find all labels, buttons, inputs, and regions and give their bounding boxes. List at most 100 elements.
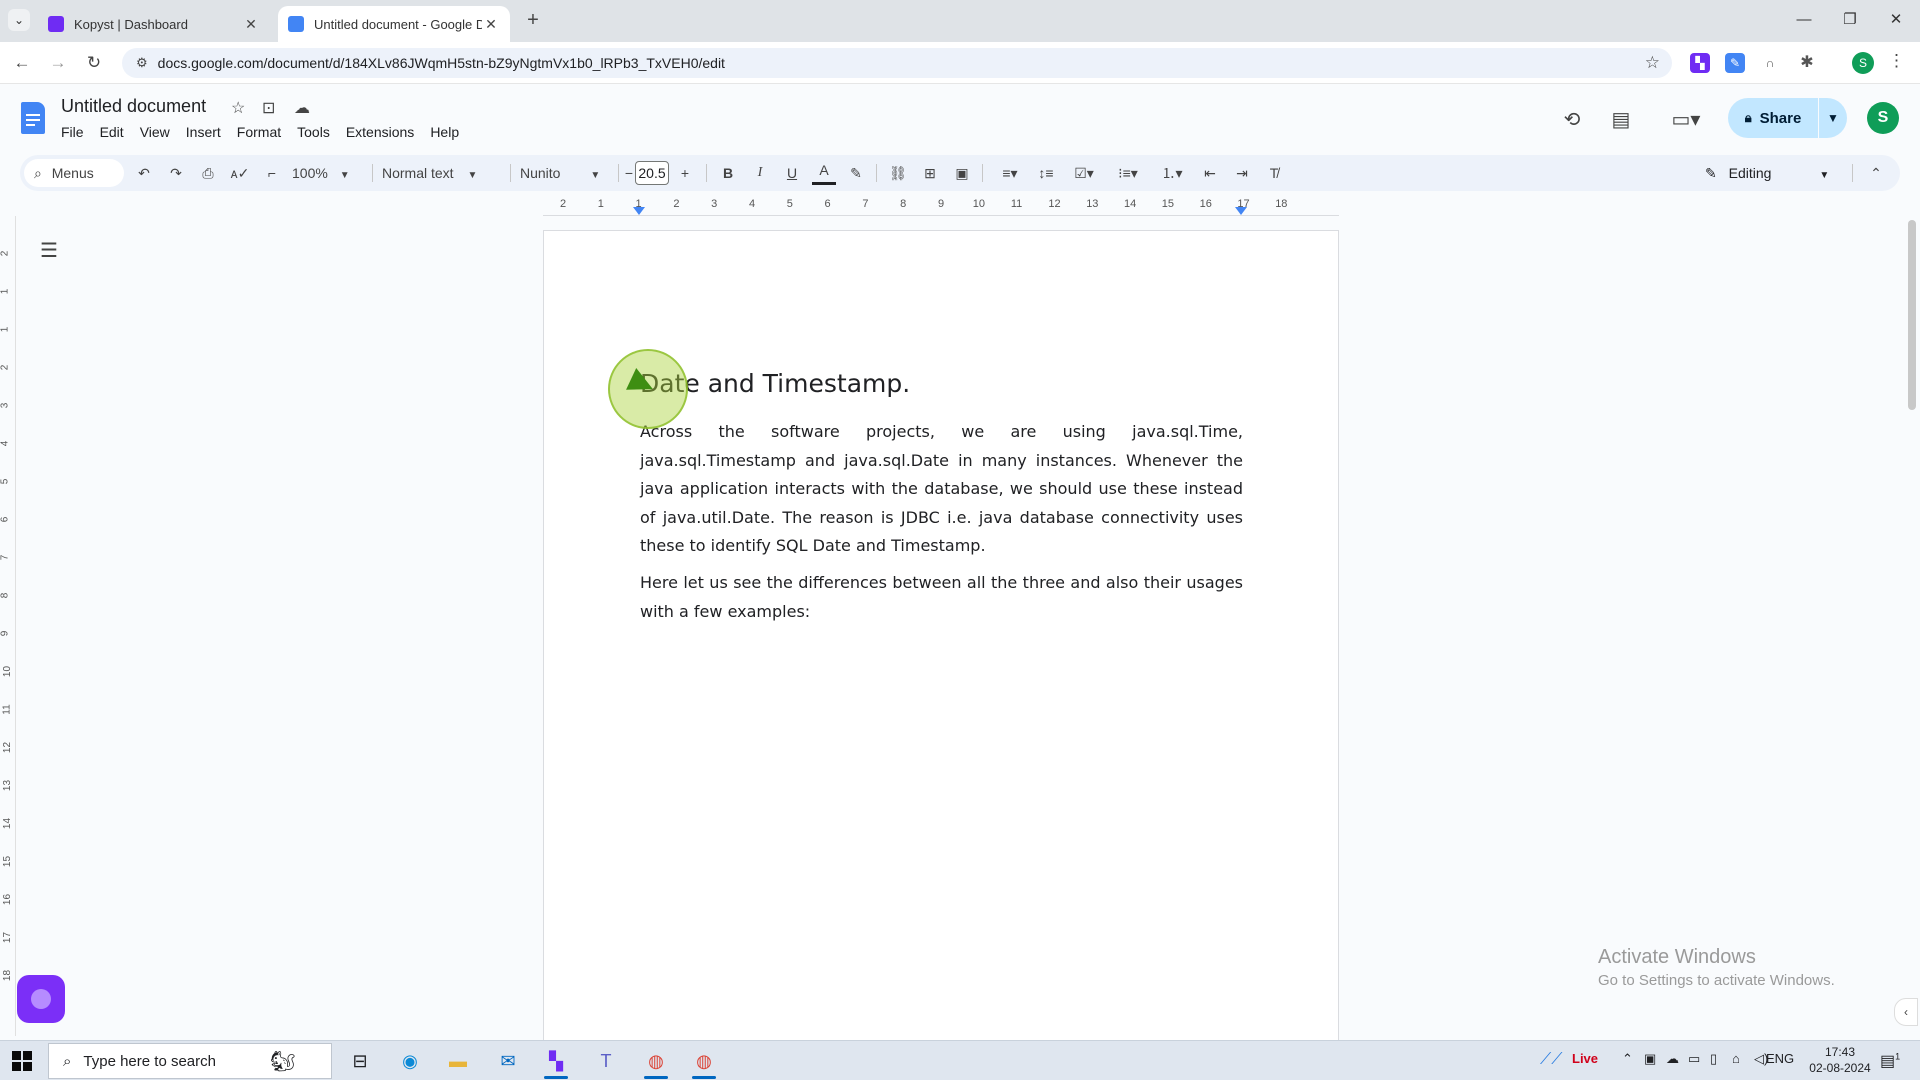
kopyst-recorder-widget[interactable]	[17, 975, 65, 1023]
minimize-window-button[interactable]: —	[1784, 8, 1824, 32]
file-explorer-icon[interactable]: ▬	[440, 1045, 476, 1077]
vertical-ruler[interactable]: 2 1 1 2 3 4 5 6 7 8 9 10 11 12 13 14 15 16 17 18	[0, 216, 16, 1036]
document-paragraph[interactable]: Across the software projects, we are usi…	[640, 418, 1243, 561]
live-news-label[interactable]: Live	[1572, 1051, 1598, 1066]
version-history-icon[interactable]: ⟲	[1558, 106, 1586, 134]
cloud-status-icon[interactable]: ☁	[294, 98, 310, 118]
browser-menu-icon[interactable]: ⋮	[1888, 51, 1905, 71]
docs-extension-icon[interactable]: ✎	[1725, 53, 1745, 73]
document-outline-icon[interactable]: ☰	[40, 238, 58, 263]
font-family-dropdown[interactable]: Nunito ▼	[520, 155, 612, 191]
menu-insert[interactable]: Insert	[186, 124, 229, 140]
onedrive-icon[interactable]: ☁	[1666, 1051, 1679, 1067]
redo-icon[interactable]: ↷	[164, 155, 188, 191]
menu-format[interactable]: Format	[237, 124, 289, 140]
mail-icon[interactable]: ✉	[490, 1045, 526, 1077]
chrome-icon[interactable]: ◍	[638, 1045, 674, 1079]
hide-menus-chevron-up-icon[interactable]: ⌃	[1864, 155, 1888, 191]
document-scrollbar[interactable]	[1908, 220, 1916, 410]
add-comment-icon[interactable]: ⊞	[918, 155, 942, 191]
side-panel-toggle-icon[interactable]: ‹	[1894, 998, 1918, 1026]
editing-mode-dropdown[interactable]: ✎ Editing ▼	[1705, 155, 1829, 191]
extensions-puzzle-icon[interactable]: ✱	[1797, 53, 1817, 73]
menu-file[interactable]: File	[61, 124, 92, 140]
windows-start-icon[interactable]	[12, 1051, 32, 1071]
menu-extensions[interactable]: Extensions	[346, 124, 422, 140]
loom-extension-icon[interactable]: ∩	[1760, 53, 1780, 73]
tab-search-button[interactable]: ⌄	[8, 9, 30, 31]
bulleted-list-icon[interactable]: ⁝≡▾	[1110, 155, 1146, 191]
document-title[interactable]: Untitled document	[61, 96, 206, 117]
checklist-icon[interactable]: ☑▾	[1066, 155, 1102, 191]
weather-icon[interactable]: ⟋⟋	[1540, 1051, 1562, 1069]
tab-kopyst-dashboard[interactable]: Kopyst | Dashboard ✕	[38, 6, 270, 42]
menus-label: Menus	[51, 165, 94, 181]
align-justify-icon[interactable]: ≡▾	[992, 155, 1028, 191]
close-window-button[interactable]: ✕	[1876, 8, 1916, 32]
chrome-profile-icon[interactable]: ◍	[686, 1045, 722, 1079]
reload-icon[interactable]: ↻	[82, 51, 106, 75]
menu-tools[interactable]: Tools	[297, 124, 338, 140]
share-button[interactable]: 🔒︎ Share	[1728, 98, 1818, 138]
line-spacing-icon[interactable]: ↕≡	[1034, 155, 1058, 191]
comments-icon[interactable]: ▤	[1607, 106, 1635, 134]
battery-icon[interactable]: ▯	[1710, 1051, 1717, 1067]
menu-help[interactable]: Help	[430, 124, 467, 140]
underline-icon[interactable]: U	[780, 155, 804, 191]
menu-view[interactable]: View	[140, 124, 178, 140]
teams-icon[interactable]: T	[588, 1045, 624, 1077]
back-arrow-icon[interactable]: ←	[10, 51, 34, 75]
italic-icon[interactable]: I	[748, 155, 772, 191]
google-docs-logo-icon[interactable]	[21, 102, 45, 134]
numbered-list-icon[interactable]: ⒈▾	[1154, 155, 1190, 191]
close-tab-icon[interactable]: ✕	[482, 16, 500, 33]
decrease-indent-icon[interactable]: ⇤	[1198, 155, 1222, 191]
edge-browser-icon[interactable]: ◉	[392, 1045, 428, 1077]
browser-profile-avatar[interactable]: S	[1852, 52, 1874, 74]
meet-camera-icon[interactable]: ▭▾	[1664, 106, 1708, 134]
search-menus-button[interactable]: ⌕ Menus	[24, 159, 124, 187]
print-icon[interactable]: ⎙	[196, 155, 220, 191]
font-size-input[interactable]: 20.5	[635, 161, 669, 185]
vertical-ruler-tick-label: 3	[0, 402, 11, 409]
teams-tray-icon[interactable]: ▣	[1644, 1051, 1656, 1067]
spelling-check-icon[interactable]: ᴀ✓	[228, 155, 252, 191]
share-options-dropdown[interactable]: ▼	[1819, 98, 1847, 138]
task-view-icon[interactable]: ⊟	[342, 1045, 378, 1077]
clear-formatting-icon[interactable]: T̸	[1262, 155, 1286, 191]
close-tab-icon[interactable]: ✕	[242, 16, 260, 33]
increase-indent-icon[interactable]: ⇥	[1230, 155, 1254, 191]
display-icon[interactable]: ▭	[1688, 1051, 1700, 1067]
forward-arrow-icon[interactable]: →	[46, 51, 70, 75]
bold-icon[interactable]: B	[716, 155, 740, 191]
new-tab-button[interactable]: +	[520, 8, 546, 34]
restore-window-button[interactable]: ❐	[1830, 8, 1870, 32]
taskbar-clock[interactable]: 17:43 02-08-2024	[1802, 1044, 1878, 1076]
account-avatar[interactable]: S	[1867, 102, 1899, 134]
kopyst-extension-icon[interactable]: ▚	[1690, 53, 1710, 73]
network-icon[interactable]: ⌂	[1732, 1051, 1740, 1066]
address-bar[interactable]: ⚙ docs.google.com/document/d/184XLv86JWq…	[122, 48, 1672, 78]
bookmark-star-icon[interactable]: ☆	[1645, 53, 1660, 73]
kopyst-app-icon[interactable]: ▚	[538, 1045, 574, 1079]
paint-format-icon[interactable]: ⌐	[260, 155, 284, 191]
increase-font-size-icon[interactable]: +	[674, 155, 696, 191]
menu-edit[interactable]: Edit	[100, 124, 132, 140]
tab-untitled-document[interactable]: Untitled document - Google Do ✕	[278, 6, 510, 42]
horizontal-ruler[interactable]: 2 1 1 2 3 4 5 6 7 8 9 10 11 12 13 14 15 16 17 18	[543, 196, 1339, 216]
notifications-icon[interactable]: ▤1	[1880, 1051, 1900, 1071]
show-hidden-icons-chevron-icon[interactable]: ⌃	[1622, 1051, 1633, 1067]
move-folder-icon[interactable]: ⊡	[262, 98, 275, 118]
language-indicator[interactable]: ENG	[1766, 1051, 1794, 1066]
highlight-color-icon[interactable]: ✎	[844, 155, 868, 191]
star-icon[interactable]: ☆	[231, 98, 245, 118]
site-info-icon[interactable]: ⚙	[136, 55, 148, 71]
text-color-icon[interactable]: A	[812, 155, 836, 185]
taskbar-search-input[interactable]: ⌕ Type here to search 🐿︎	[48, 1043, 332, 1079]
zoom-dropdown[interactable]: 100% ▼	[292, 155, 364, 191]
paragraph-style-dropdown[interactable]: Normal text ▼	[382, 155, 502, 191]
insert-link-icon[interactable]: ⛓	[886, 155, 910, 191]
undo-icon[interactable]: ↶	[132, 155, 156, 191]
document-paragraph[interactable]: Here let us see the differences between …	[640, 569, 1243, 626]
insert-image-icon[interactable]: ▣	[950, 155, 974, 191]
